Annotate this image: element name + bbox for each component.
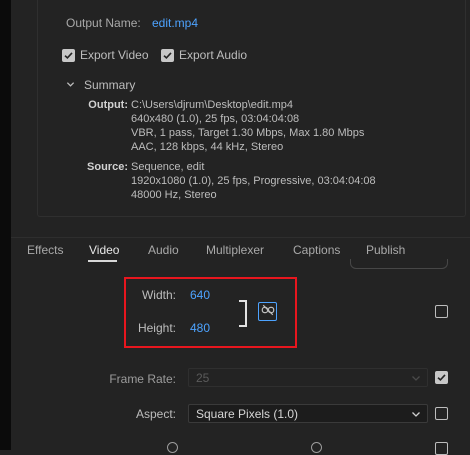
width-label: Width: xyxy=(141,288,176,302)
partial-control-frame xyxy=(350,259,448,269)
summary-source-key: Source: xyxy=(87,161,128,173)
summary-title: Summary xyxy=(84,78,136,92)
tab-effects[interactable]: Effects xyxy=(27,243,63,257)
export-audio-checkbox[interactable]: Export Audio xyxy=(161,48,247,62)
checkbox-checked-icon xyxy=(62,48,75,62)
checkbox-empty-icon xyxy=(435,407,448,420)
chevron-down-icon xyxy=(66,78,76,92)
output-name-label: Output Name: xyxy=(66,16,141,30)
chevron-down-icon xyxy=(411,372,421,382)
tab-video[interactable]: Video xyxy=(89,243,119,257)
unlink-icon xyxy=(261,303,275,320)
summary-source-line: 48000 Hz, Stereo xyxy=(131,189,217,201)
frame-rate-select: 25 xyxy=(188,368,428,387)
summary-output-key: Output: xyxy=(88,99,128,111)
aspect-link-bracket xyxy=(239,300,247,327)
summary-toggle[interactable]: Summary xyxy=(66,78,135,92)
summary-output-line: VBR, 1 pass, Target 1.30 Mbps, Max 1.80 … xyxy=(131,127,365,139)
summary-source-line: 1920x1080 (1.0), 25 fps, Progressive, 03… xyxy=(131,175,376,187)
profile-radio[interactable] xyxy=(311,442,322,453)
profile-radio[interactable] xyxy=(167,442,178,453)
checkbox-checked-icon xyxy=(435,371,448,384)
tabs-divider xyxy=(11,237,470,238)
summary-output-line: AAC, 128 kbps, 44 kHz, Stereo xyxy=(131,141,284,153)
tab-audio[interactable]: Audio xyxy=(148,243,179,257)
summary-output-line: C:\Users\djrum\Desktop\edit.mp4 xyxy=(131,99,293,111)
width-field[interactable]: 640 xyxy=(190,288,210,302)
aspect-value: Square Pixels (1.0) xyxy=(196,406,299,421)
tab-publish[interactable]: Publish xyxy=(366,243,405,257)
summary-source-line: Sequence, edit xyxy=(131,161,205,173)
aspect-select[interactable]: Square Pixels (1.0) xyxy=(188,404,428,423)
height-label: Height: xyxy=(137,321,176,335)
export-video-checkbox[interactable]: Export Video xyxy=(62,48,149,62)
export-audio-label: Export Audio xyxy=(179,48,248,62)
frame-rate-value: 25 xyxy=(196,370,210,385)
checkbox-empty-icon xyxy=(435,305,448,318)
checkbox-checked-icon xyxy=(161,48,174,62)
output-name-link[interactable]: edit.mp4 xyxy=(152,16,198,30)
tab-captions[interactable]: Captions xyxy=(293,243,340,257)
tab-multiplexer[interactable]: Multiplexer xyxy=(206,243,264,257)
window-edge xyxy=(0,0,11,450)
aspect-label: Aspect: xyxy=(135,407,176,421)
active-tab-indicator xyxy=(88,260,117,262)
aspect-match-checkbox[interactable] xyxy=(435,407,448,420)
summary-output-line: 640x480 (1.0), 25 fps, 03:04:04:08 xyxy=(131,113,300,125)
frame-rate-match-checkbox[interactable] xyxy=(435,371,448,386)
export-settings-panel: Output Name: edit.mp4 Export Video Expor… xyxy=(11,0,470,455)
profile-match-checkbox[interactable] xyxy=(435,442,448,455)
constrain-proportions-toggle[interactable] xyxy=(258,302,277,321)
width-height-match-checkbox[interactable] xyxy=(435,305,448,318)
frame-rate-label: Frame Rate: xyxy=(109,372,176,386)
chevron-down-icon xyxy=(411,408,421,418)
checkbox-empty-icon xyxy=(435,442,448,455)
height-field[interactable]: 480 xyxy=(190,321,210,335)
export-video-label: Export Video xyxy=(80,48,149,62)
